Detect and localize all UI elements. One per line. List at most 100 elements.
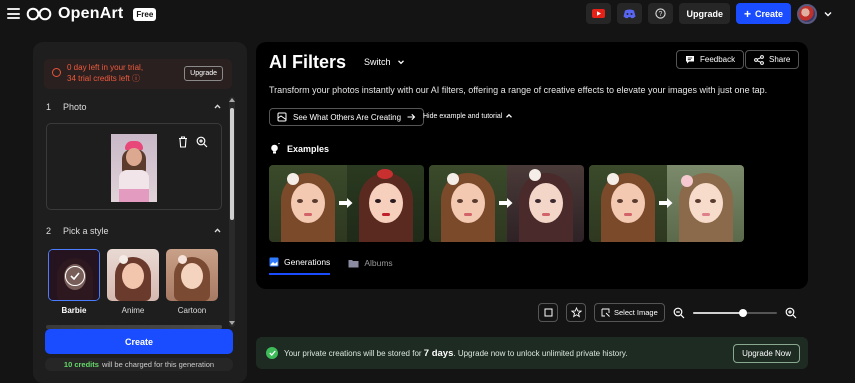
trial-upgrade-button[interactable]: Upgrade xyxy=(184,66,223,81)
help-button[interactable]: ? xyxy=(648,3,674,24)
see-others-button[interactable]: See What Others Are Creating xyxy=(269,108,425,126)
gallery-toolbar: Select Image xyxy=(538,303,797,322)
create-top-label: Create xyxy=(754,8,783,19)
section-number: 2 xyxy=(46,226,52,236)
tab-albums[interactable]: Albums xyxy=(348,257,393,275)
zoom-fill xyxy=(692,311,744,314)
folder-icon xyxy=(348,259,359,267)
arrow-right-icon xyxy=(658,195,674,211)
credit-note: 10 credits will be charged for this gene… xyxy=(45,358,233,371)
style-card-barbie[interactable] xyxy=(48,249,100,301)
photo-section-header[interactable]: 1 Photo xyxy=(46,100,222,114)
credit-note-text: will be charged for this generation xyxy=(101,360,215,369)
lightbulb-icon xyxy=(271,143,280,154)
style-card-anime[interactable] xyxy=(107,249,159,301)
hide-example-toggle[interactable]: Hide example and tutorial xyxy=(423,112,513,120)
hide-example-label: Hide example and tutorial xyxy=(423,112,503,120)
menu-icon[interactable] xyxy=(7,8,20,19)
select-icon xyxy=(601,308,610,317)
plan-badge: Free xyxy=(133,7,157,21)
zoom-in-icon[interactable] xyxy=(196,136,208,148)
create-button[interactable]: Create xyxy=(45,329,233,354)
favorites-button[interactable] xyxy=(566,303,586,322)
zoom-handle[interactable] xyxy=(739,308,748,317)
star-icon xyxy=(570,307,582,318)
info-icon: ⓘ xyxy=(131,74,140,83)
tab-label: Generations xyxy=(284,257,331,267)
trial-notice: 0 day left in your trial, 34 trial credi… xyxy=(44,59,232,89)
switch-dropdown[interactable]: Switch xyxy=(364,57,405,67)
trash-icon[interactable] xyxy=(178,136,188,148)
uploaded-photo xyxy=(111,134,157,202)
example-card[interactable] xyxy=(269,165,424,242)
svg-text:?: ? xyxy=(659,11,663,18)
chevron-up-icon xyxy=(506,113,513,118)
scroll-down-icon[interactable] xyxy=(228,320,236,326)
chevron-down-icon xyxy=(397,60,404,65)
chevron-down-icon[interactable] xyxy=(823,9,833,19)
discord-button[interactable] xyxy=(617,3,643,24)
select-all-button[interactable] xyxy=(538,303,558,322)
style-labels: Barbie Anime Cartoon xyxy=(48,306,218,315)
banner-message: Your private creations will be stored fo… xyxy=(284,348,628,359)
zoom-in-icon[interactable] xyxy=(785,307,797,319)
checkmark-icon xyxy=(65,266,85,286)
create-top-button[interactable]: + Create xyxy=(735,3,791,24)
youtube-button[interactable] xyxy=(586,3,612,24)
main-card: AI Filters Switch Feedback Share Transfo… xyxy=(256,42,808,289)
style-card-cartoon[interactable] xyxy=(166,249,218,301)
example-card[interactable] xyxy=(589,165,744,242)
tab-label: Albums xyxy=(364,258,393,268)
example-card[interactable] xyxy=(429,165,584,242)
discord-icon xyxy=(623,9,636,18)
trial-credits-text: 34 trial credits left ⓘ xyxy=(67,74,140,83)
zoom-slider[interactable] xyxy=(692,307,777,319)
credit-amount: 10 credits xyxy=(63,360,99,369)
check-circle-icon xyxy=(266,347,278,359)
image-icon xyxy=(269,257,279,267)
chevron-up-icon[interactable] xyxy=(213,102,222,111)
arrow-right-icon xyxy=(498,195,514,211)
help-icon: ? xyxy=(655,8,667,19)
trial-days-text: 0 day left in your trial, xyxy=(67,63,144,72)
scroll-up-icon[interactable] xyxy=(228,97,236,103)
zoom-out-icon[interactable] xyxy=(673,307,685,319)
select-image-label: Select Image xyxy=(614,308,658,317)
openart-logo-icon xyxy=(26,7,52,21)
section-number: 1 xyxy=(46,102,52,112)
storage-banner: Your private creations will be stored fo… xyxy=(256,337,808,369)
switch-label: Switch xyxy=(364,57,391,67)
style-section-header[interactable]: 2 Pick a style xyxy=(46,224,222,238)
scrollbar-thumb[interactable] xyxy=(230,108,234,220)
examples-header: Examples xyxy=(269,143,329,155)
description: Transform your photos instantly with our… xyxy=(269,85,768,95)
select-image-button[interactable]: Select Image xyxy=(594,303,665,322)
arrow-right-icon xyxy=(338,195,354,211)
logo[interactable]: OpenArt Free xyxy=(26,5,157,23)
avatar[interactable] xyxy=(797,3,817,24)
page-title: AI Filters xyxy=(269,52,347,72)
checkbox-icon xyxy=(544,308,552,317)
share-label: Share xyxy=(769,55,791,64)
examples-gallery xyxy=(269,165,744,242)
tab-bar: Generations Albums xyxy=(269,257,393,275)
examples-title: Examples xyxy=(287,144,330,154)
share-button[interactable]: Share xyxy=(745,50,800,69)
arrow-right-icon xyxy=(407,113,416,121)
chevron-up-icon[interactable] xyxy=(213,226,222,235)
style-label-cartoon: Cartoon xyxy=(177,306,207,315)
storage-days: 7 days xyxy=(423,348,454,359)
style-label-anime: Anime xyxy=(121,306,145,315)
share-icon xyxy=(754,54,764,65)
clock-icon xyxy=(52,68,61,77)
plus-icon: + xyxy=(743,6,751,21)
left-panel: 0 day left in your trial, 34 trial credi… xyxy=(33,42,247,383)
tab-generations[interactable]: Generations xyxy=(269,257,331,275)
gallery-icon xyxy=(277,112,287,122)
upgrade-now-button[interactable]: Upgrade Now xyxy=(733,344,800,363)
top-bar: OpenArt Free ? Upgrade + Create xyxy=(0,0,855,28)
section-title: Pick a style xyxy=(63,226,109,236)
style-label-barbie: Barbie xyxy=(61,306,87,315)
upgrade-button[interactable]: Upgrade xyxy=(679,3,730,24)
feedback-button[interactable]: Feedback xyxy=(676,50,745,69)
